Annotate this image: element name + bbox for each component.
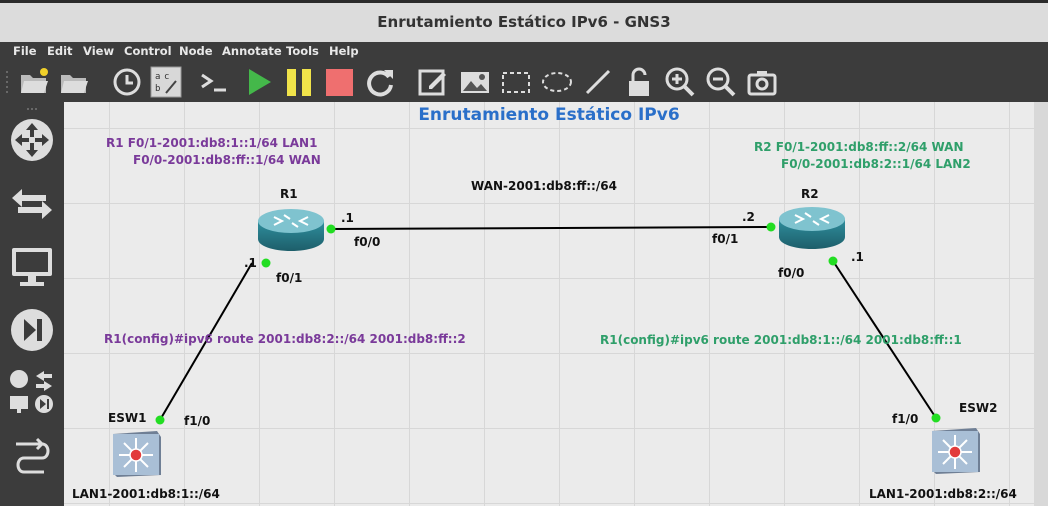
all-devices-icon[interactable] [8,368,56,416]
open-project-icon[interactable] [18,66,50,98]
svg-text:b: b [155,84,160,94]
port-status-r1-f00 [326,224,336,234]
stop-icon[interactable] [323,66,355,98]
r1-f00-addr: .1 [341,211,354,225]
insert-image-icon[interactable] [459,66,491,98]
lan2-label[interactable]: LAN1-2001:db8:2::/64 [869,487,1017,501]
window-titlebar: Enrutamiento Estático IPv6 - GNS3 [0,0,1048,42]
port-status-r2-f01 [766,222,776,232]
r1-f01-port: f0/1 [276,271,303,285]
r1-node-label[interactable]: R1 [280,187,298,201]
clock-icon[interactable] [111,66,143,98]
lock-icon[interactable] [623,66,655,98]
window-title: Enrutamiento Estático IPv6 - GNS3 [377,13,671,31]
esw2-node-label[interactable]: ESW2 [959,401,997,415]
topology-canvas[interactable]: Enrutamiento Estático IPv6 R1 F0/1-2001:… [64,102,1034,506]
menu-help[interactable]: Help [329,44,359,58]
link-r1-r2[interactable] [330,226,772,230]
esw1-switch-icon[interactable] [111,430,163,478]
svg-text:c: c [164,72,169,82]
console-icon[interactable] [198,66,230,98]
draw-rectangle-icon[interactable] [500,66,532,98]
toolbar-grip-icon [6,71,8,93]
open-folder-icon[interactable] [58,66,90,98]
r2-route-command[interactable]: R1(config)#ipv6 route 2001:db8:1::/64 20… [600,333,962,347]
start-icon[interactable] [243,66,275,98]
r2-router-icon[interactable] [777,205,847,251]
switches-icon[interactable] [8,180,56,228]
r1-note-line1[interactable]: R1 F0/1-2001:db8:1::1/64 LAN1 [106,136,317,150]
pause-icon[interactable] [283,66,315,98]
menu-edit[interactable]: Edit [47,44,73,58]
add-link-icon[interactable] [8,432,56,480]
sidebar-grip-icon [27,108,37,110]
r1-note-line2[interactable]: F0/0-2001:db8:ff::1/64 WAN [133,153,321,167]
esw1-f10-port: f1/0 [184,414,211,428]
svg-text:a: a [155,72,160,82]
zoom-out-icon[interactable] [705,66,737,98]
security-devices-icon[interactable] [8,306,56,354]
routers-icon[interactable] [8,116,56,164]
menu-file[interactable]: File [13,44,37,58]
r1-route-command[interactable]: R1(config)#ipv6 route 2001:db8:2::/64 20… [104,332,466,346]
menu-bar: File Edit View Control Node Annotate Too… [0,42,1048,62]
r2-f00-port: f0/0 [778,266,805,280]
r1-f00-port: f0/0 [354,235,381,249]
draw-ellipse-icon[interactable] [541,66,573,98]
port-status-r2-f00 [828,256,838,266]
esw2-switch-icon[interactable] [930,427,982,475]
esw2-f10-port: f1/0 [892,412,919,426]
screenshot-icon[interactable] [746,66,778,98]
wan-label[interactable]: WAN-2001:db8:ff::/64 [471,179,617,193]
menu-node[interactable]: Node [179,44,213,58]
r2-node-label[interactable]: R2 [801,187,819,201]
main-toolbar: a c b [0,62,1048,102]
menu-view[interactable]: View [83,44,114,58]
r1-f01-addr: .1 [244,256,257,270]
r2-f01-port: f0/1 [712,232,739,246]
device-sidebar [0,102,64,506]
end-devices-icon[interactable] [8,242,56,290]
port-status-esw2-f10 [931,413,941,423]
reload-icon[interactable] [364,66,396,98]
snapshot-abc-icon[interactable]: a c b [150,66,182,98]
r2-note-line2[interactable]: F0/0-2001:db8:2::1/64 LAN2 [781,157,971,171]
menu-control[interactable]: Control [124,44,172,58]
zoom-in-icon[interactable] [664,66,696,98]
r2-f01-addr: .2 [742,210,755,224]
draw-line-icon[interactable] [582,66,614,98]
edit-note-icon[interactable] [417,66,449,98]
menu-tools[interactable]: Tools [286,44,319,58]
lan1-label[interactable]: LAN1-2001:db8:1::/64 [72,487,220,501]
port-status-r1-f01 [261,258,271,268]
port-status-esw1-f10 [155,415,165,425]
menu-annotate[interactable]: Annotate [222,44,282,58]
r1-router-icon[interactable] [256,207,326,253]
r2-f00-addr: .1 [851,250,864,264]
canvas-vertical-scrollbar[interactable] [1034,102,1048,506]
r2-note-line1[interactable]: R2 F0/1-2001:db8:ff::2/64 WAN [754,140,964,154]
esw1-node-label[interactable]: ESW1 [108,411,146,425]
